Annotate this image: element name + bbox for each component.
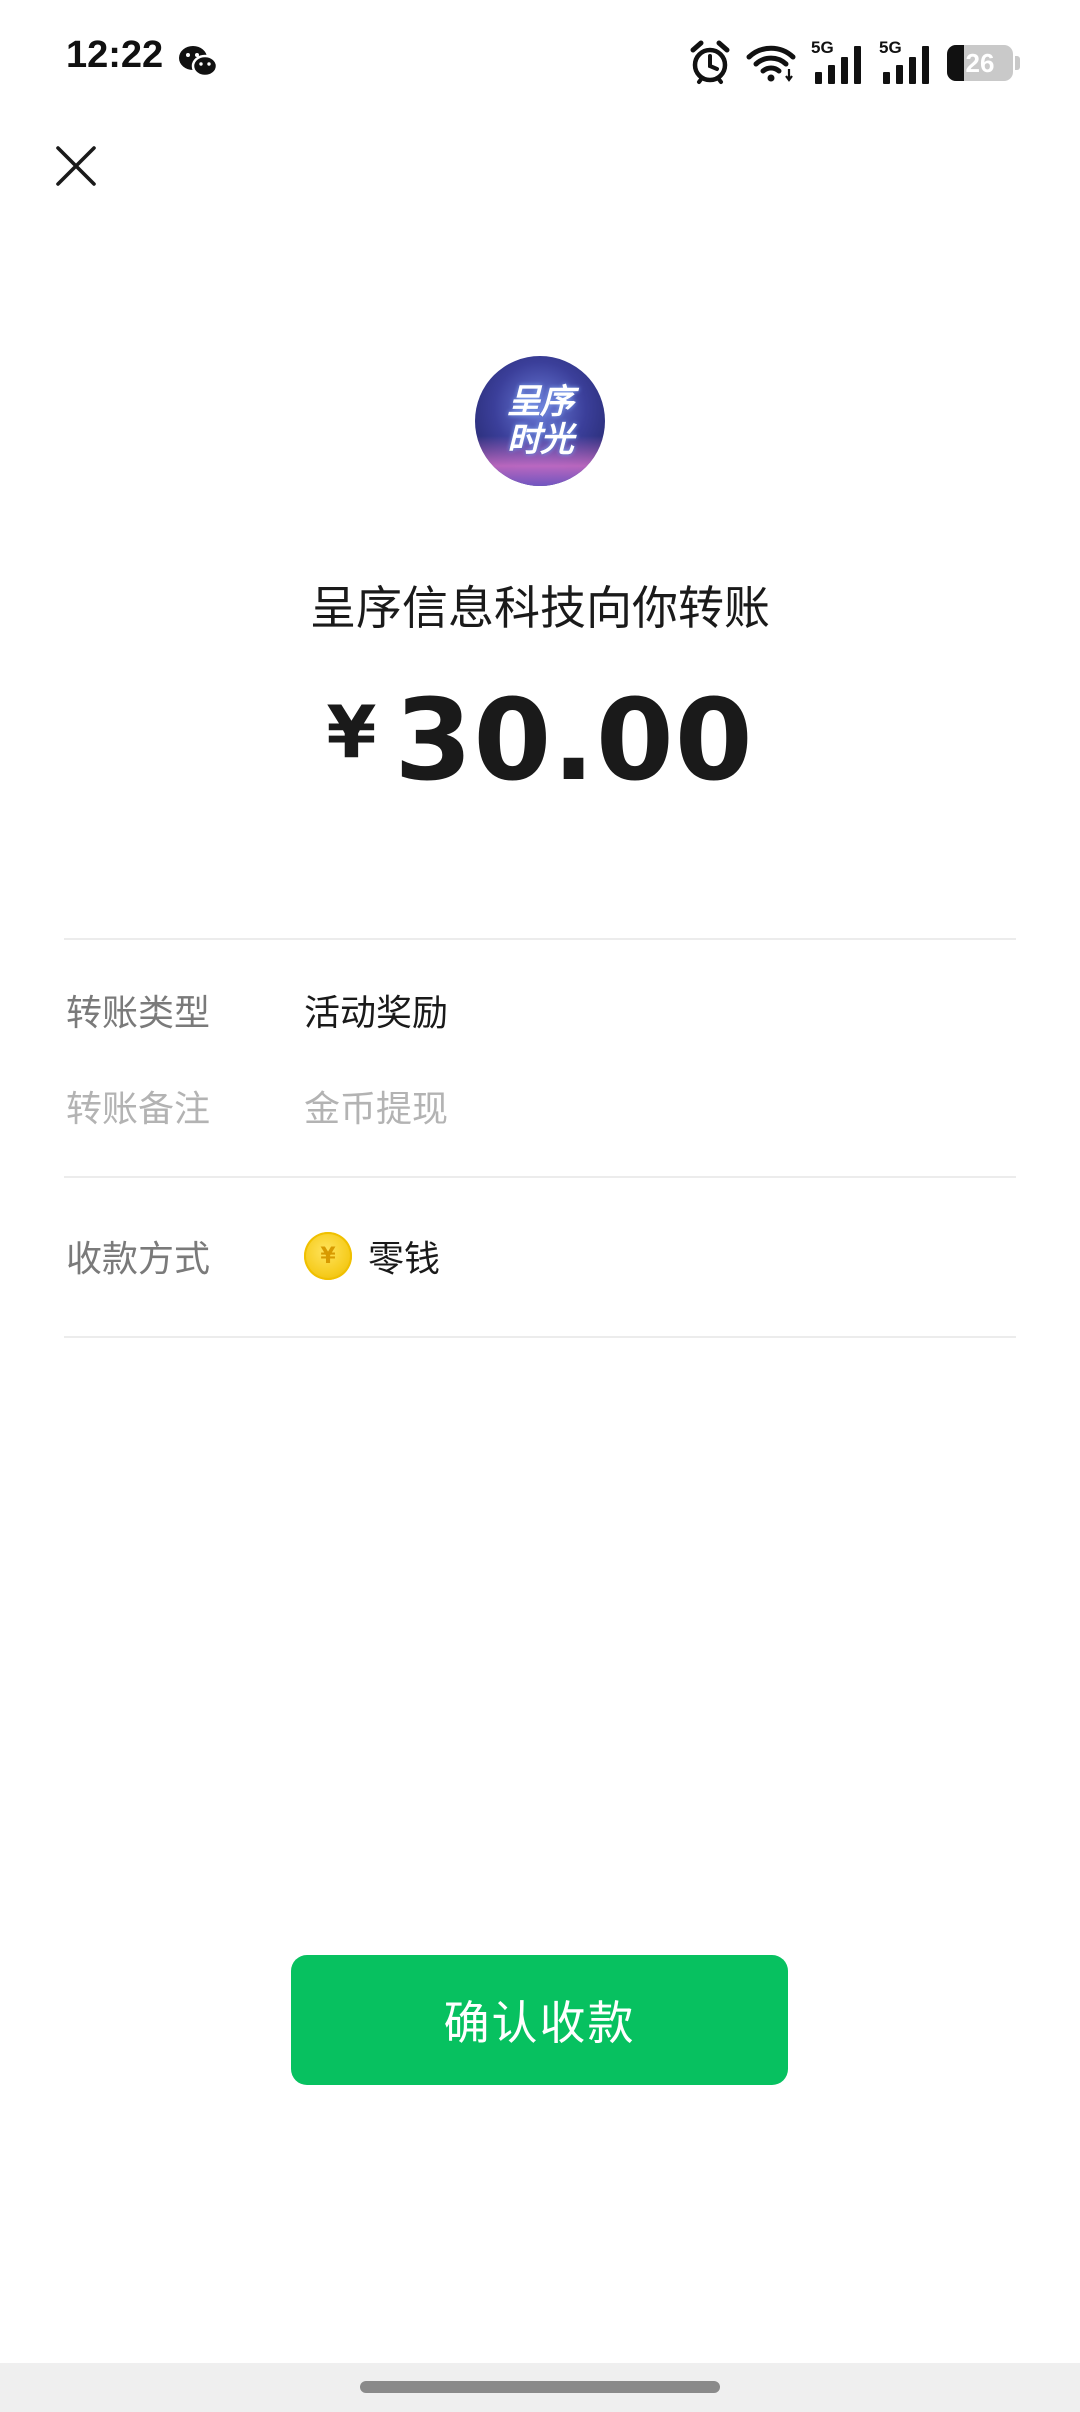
amount-value: 30.00 [394, 676, 754, 806]
transfer-amount: ¥30.00 [0, 676, 1080, 806]
divider-bottom [64, 1336, 1016, 1338]
transfer-note-value: 金币提现 [304, 1089, 449, 1130]
signal-icon: 5G [811, 38, 865, 86]
alarm-icon [690, 40, 730, 84]
detail-row-method[interactable]: 收款方式 ¥ 零钱 [66, 1226, 1016, 1286]
wifi-icon [746, 45, 796, 82]
detail-row-type: 转账类型 活动奖励 [66, 980, 1016, 1040]
transfer-title: 呈序信息科技向你转账 [310, 581, 770, 635]
battery-tip [1015, 56, 1020, 70]
battery-level: 26 [965, 47, 995, 78]
detail-row-note: 转账备注 金币提现 [66, 1076, 1016, 1136]
receive-method-value: 零钱 [368, 1239, 441, 1280]
close-button[interactable] [50, 140, 102, 192]
home-indicator[interactable] [360, 2381, 720, 2393]
status-time: 12:22 [66, 34, 164, 76]
transfer-type-value: 活动奖励 [304, 993, 449, 1034]
close-icon [56, 146, 96, 186]
avatar-text-line-1: 呈序 [507, 382, 574, 422]
wechat-icon [179, 46, 218, 78]
confirm-receive-button[interactable]: 确认收款 [291, 1955, 788, 2085]
currency-symbol: ¥ [326, 690, 377, 774]
signal-icon-2: 5G [879, 38, 933, 86]
coin-icon: ¥ [304, 1232, 352, 1280]
transfer-type-label: 转账类型 [66, 993, 211, 1034]
avatar-text-line-2: 时光 [507, 420, 574, 460]
navigation-bar [0, 2363, 1080, 2412]
receive-method-label: 收款方式 [66, 1239, 211, 1280]
transfer-note-label: 转账备注 [66, 1089, 211, 1130]
divider-middle [64, 1176, 1016, 1178]
status-icons: 5G 5G 26 [689, 38, 1020, 88]
payer-avatar: 呈序 时光 [475, 356, 605, 486]
status-bar: 12:22 5G 5G 26 [0, 0, 1080, 120]
coin-symbol: ¥ [320, 1243, 336, 1269]
battery-icon: 26 [947, 45, 1013, 81]
divider-top [64, 938, 1016, 940]
